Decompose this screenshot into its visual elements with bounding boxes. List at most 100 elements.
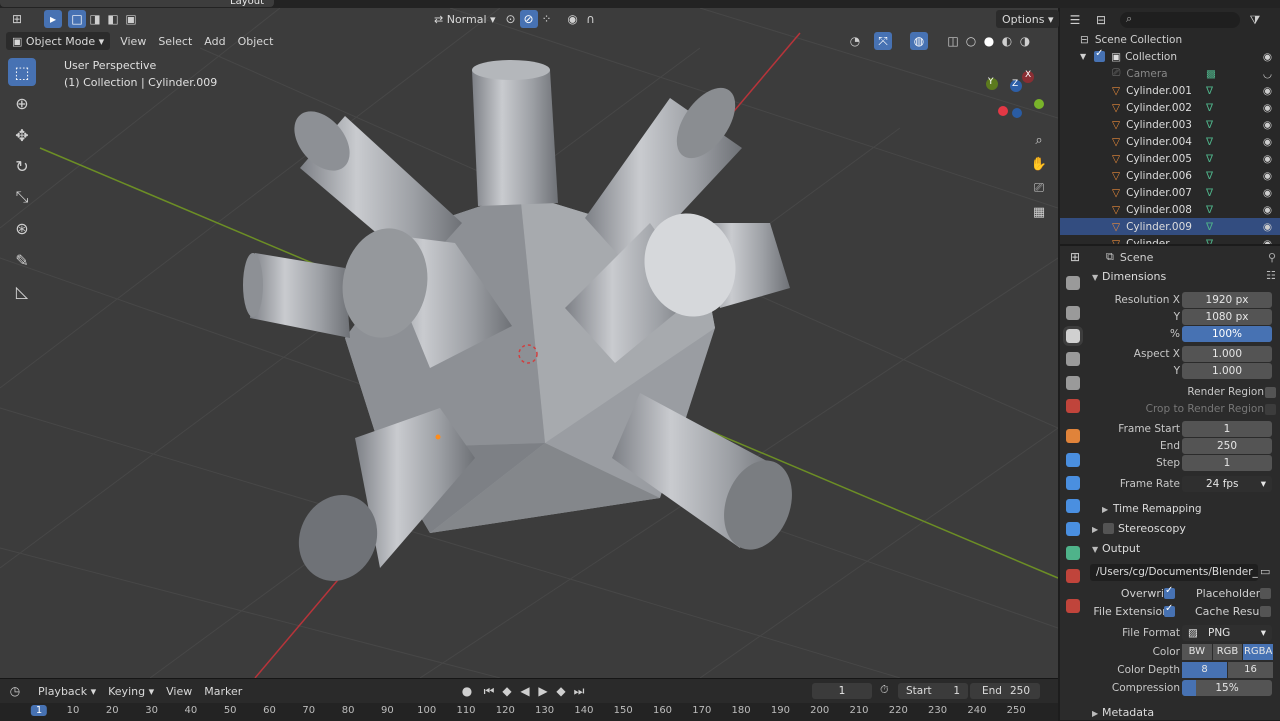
- transform-icon[interactable]: ⊛: [8, 214, 36, 242]
- select-box-icon[interactable]: ⬚: [8, 58, 36, 86]
- pin-icon[interactable]: ⚲: [1268, 251, 1276, 264]
- resolution-x-field[interactable]: 1920 px: [1182, 292, 1272, 308]
- tab-layout[interactable]: Layout: [0, 0, 274, 7]
- outliner-search-input[interactable]: ⌕: [1120, 12, 1240, 28]
- select-box-icon[interactable]: □: [68, 10, 86, 28]
- outliner-item[interactable]: ▽ Cylinder.004 ∇ ◉: [1060, 133, 1280, 150]
- eye-icon[interactable]: ◉: [1263, 204, 1272, 216]
- compression-slider[interactable]: 15%: [1182, 680, 1272, 696]
- file-extensions-checkbox[interactable]: [1164, 603, 1175, 617]
- cache-result-checkbox[interactable]: [1260, 606, 1271, 617]
- overwrite-checkbox[interactable]: [1164, 585, 1175, 599]
- hand-icon[interactable]: ✋: [1027, 152, 1051, 176]
- object-tab-icon[interactable]: [1066, 429, 1080, 443]
- select-intersect-icon[interactable]: ▣: [122, 10, 140, 28]
- zoom-icon[interactable]: ⌕: [1027, 128, 1051, 152]
- eye-icon[interactable]: ◉: [1263, 119, 1272, 131]
- frame-step-field[interactable]: 1: [1182, 455, 1272, 471]
- view-layer-tab-icon[interactable]: [1066, 352, 1080, 366]
- aspect-x-field[interactable]: 1.000: [1182, 346, 1272, 362]
- jump-start-icon[interactable]: ⏮: [480, 682, 498, 700]
- cursor-icon[interactable]: ⊕: [8, 89, 36, 117]
- solid-shading-icon[interactable]: ●: [980, 32, 998, 50]
- eye-icon[interactable]: ◉: [1263, 153, 1272, 165]
- resolution-percent-field[interactable]: 100%: [1182, 326, 1272, 342]
- eye-icon[interactable]: ◉: [1263, 136, 1272, 148]
- outliner-item[interactable]: ⎚ Camera ▩ ◡: [1060, 65, 1280, 82]
- eye-icon[interactable]: ◉: [1263, 221, 1272, 233]
- particles-tab-icon[interactable]: [1066, 476, 1080, 490]
- pivot-point-icon[interactable]: ⊙: [502, 10, 520, 28]
- camera-data-icon[interactable]: ▩: [1206, 68, 1216, 80]
- render-tab-icon[interactable]: [1066, 306, 1080, 320]
- eye-icon[interactable]: ◉: [1263, 102, 1272, 114]
- crop-region-checkbox[interactable]: [1265, 404, 1276, 415]
- menu-marker[interactable]: Marker: [198, 682, 248, 700]
- color-option-button[interactable]: BW: [1182, 644, 1212, 660]
- menu-keying[interactable]: Keying ▾: [102, 682, 160, 700]
- placeholders-checkbox[interactable]: [1260, 588, 1271, 599]
- menu-timeline-view[interactable]: View: [160, 682, 198, 700]
- constraints-tab-icon[interactable]: [1066, 522, 1080, 536]
- mode-dropdown[interactable]: ▣ Object Mode ▾: [6, 32, 111, 50]
- frame-start-field[interactable]: 1: [1182, 421, 1272, 437]
- mesh-data-icon[interactable]: ∇: [1206, 204, 1213, 216]
- select-mode-icon[interactable]: ▸: [44, 10, 62, 28]
- move-icon[interactable]: ✥: [8, 121, 36, 149]
- overlay-toggle-icon[interactable]: ◍: [910, 32, 928, 50]
- outliner-item[interactable]: ▽ Cylinder.003 ∇ ◉: [1060, 116, 1280, 133]
- start-frame-field[interactable]: Start 1: [898, 683, 968, 699]
- dimensions-panel-header[interactable]: Dimensions: [1102, 267, 1166, 285]
- texture-tab-icon[interactable]: [1066, 599, 1080, 613]
- xray-icon[interactable]: ◫: [944, 32, 962, 50]
- display-mode-icon[interactable]: ⊟: [1092, 11, 1110, 29]
- collection-row[interactable]: ▼ ▣ Collection ◉: [1060, 48, 1280, 65]
- select-subtract-icon[interactable]: ◧: [104, 10, 122, 28]
- outliner-item[interactable]: ▽ Cylinder.001 ∇ ◉: [1060, 82, 1280, 99]
- mesh-data-icon[interactable]: ∇: [1206, 102, 1213, 114]
- snap-target-icon[interactable]: ⁘: [538, 10, 556, 28]
- prev-keyframe-icon[interactable]: ◆: [498, 682, 516, 700]
- gizmo-toggle-icon[interactable]: ⤧: [874, 32, 892, 50]
- annotate-icon[interactable]: ✎: [8, 246, 36, 274]
- data-tab-icon[interactable]: [1066, 546, 1080, 560]
- depth-option-button[interactable]: 16: [1228, 662, 1273, 678]
- menu-view[interactable]: View: [114, 32, 152, 50]
- outliner-item[interactable]: ▽ Cylinder.006 ∇ ◉: [1060, 167, 1280, 184]
- tool-tab-icon[interactable]: [1066, 276, 1080, 290]
- end-frame-field[interactable]: End 250: [970, 683, 1040, 699]
- render-region-checkbox[interactable]: [1265, 387, 1276, 398]
- file-format-dropdown[interactable]: ▨ PNG ▾: [1182, 625, 1272, 641]
- stereoscopy-checkbox[interactable]: [1103, 523, 1114, 534]
- editor-type-icon[interactable]: ⊞: [8, 10, 26, 28]
- rotate-icon[interactable]: ↻: [8, 152, 36, 180]
- outliner-item[interactable]: ▽ Cylinder.008 ∇ ◉: [1060, 201, 1280, 218]
- eye-icon[interactable]: ◉: [1263, 51, 1272, 63]
- measure-icon[interactable]: ◺: [8, 277, 36, 305]
- mesh-data-icon[interactable]: ∇: [1206, 136, 1213, 148]
- select-extend-icon[interactable]: ◨: [86, 10, 104, 28]
- 3d-viewport[interactable]: [0, 8, 1058, 678]
- physics-tab-icon[interactable]: [1066, 499, 1080, 513]
- output-panel-header[interactable]: Output: [1102, 539, 1140, 557]
- play-reverse-icon[interactable]: ◀: [516, 682, 534, 700]
- frame-end-field[interactable]: 250: [1182, 438, 1272, 454]
- world-tab-icon[interactable]: [1066, 399, 1080, 413]
- wireframe-shading-icon[interactable]: ○: [962, 32, 980, 50]
- frame-ruler[interactable]: 1 10 20 30 40 50 60 70 80 90 100 110 120 130 140 150 160…: [0, 703, 1058, 721]
- scale-icon[interactable]: ⤡: [8, 183, 36, 211]
- mesh-data-icon[interactable]: ∇: [1206, 170, 1213, 182]
- navigation-gizmo[interactable]: Z X Y: [980, 62, 1050, 132]
- mesh-data-icon[interactable]: ∇: [1206, 221, 1213, 233]
- filter-icon[interactable]: ⧩: [1246, 11, 1264, 29]
- stereoscopy-panel-header[interactable]: Stereoscopy: [1118, 519, 1186, 537]
- color-option-button[interactable]: RGBA: [1243, 644, 1274, 660]
- menu-add[interactable]: Add: [198, 32, 231, 50]
- depth-option-button[interactable]: 8: [1182, 662, 1227, 678]
- mesh-data-icon[interactable]: ∇: [1206, 187, 1213, 199]
- material-shading-icon[interactable]: ◐: [998, 32, 1016, 50]
- material-tab-icon[interactable]: [1066, 569, 1080, 583]
- transform-orientation-dropdown[interactable]: ⇄ Normal ▾: [428, 10, 502, 28]
- rendered-shading-icon[interactable]: ◑: [1016, 32, 1034, 50]
- mesh-data-icon[interactable]: ∇: [1206, 119, 1213, 131]
